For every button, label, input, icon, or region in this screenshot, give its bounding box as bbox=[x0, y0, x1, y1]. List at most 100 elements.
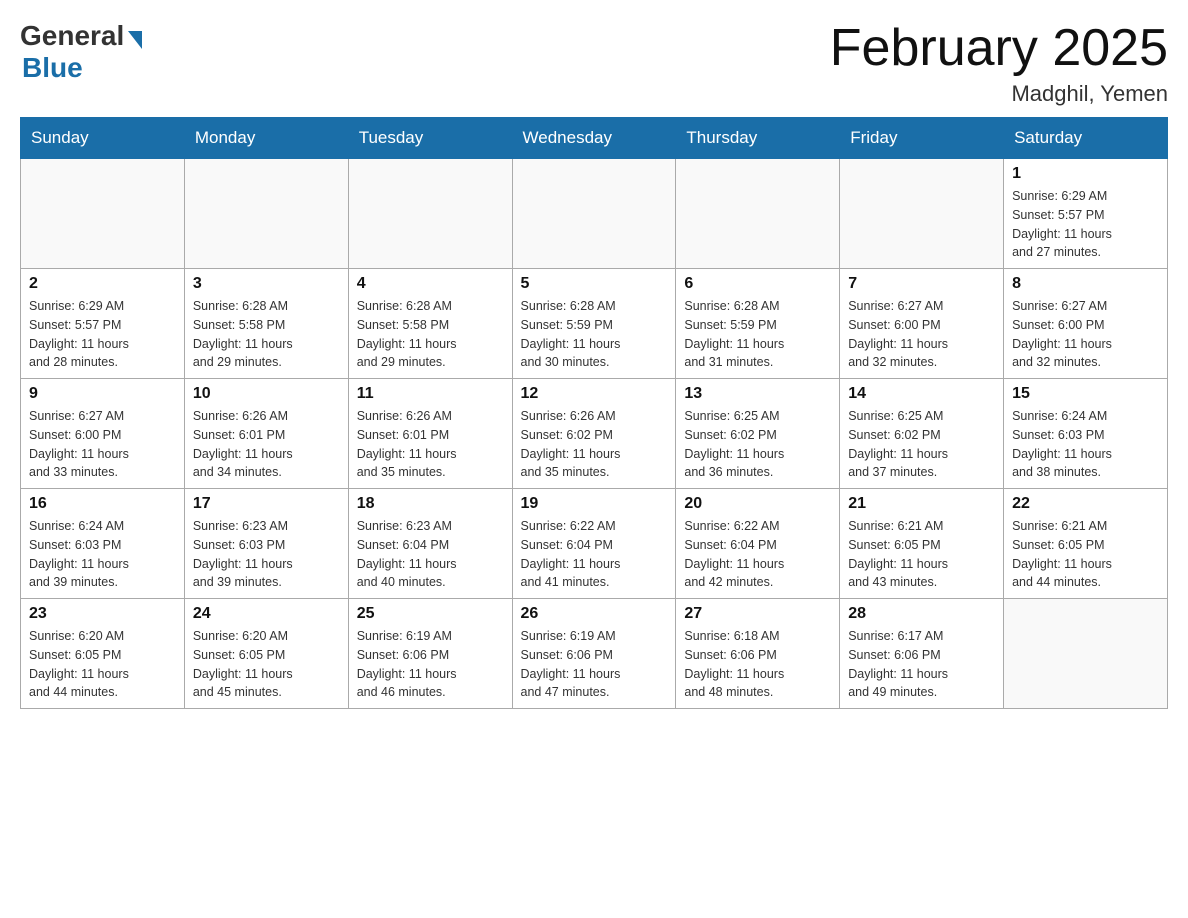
calendar-cell: 23Sunrise: 6:20 AMSunset: 6:05 PMDayligh… bbox=[21, 599, 185, 709]
day-number: 19 bbox=[521, 495, 668, 513]
calendar-week-row: 9Sunrise: 6:27 AMSunset: 6:00 PMDaylight… bbox=[21, 379, 1168, 489]
day-number: 24 bbox=[193, 605, 340, 623]
day-number: 7 bbox=[848, 275, 995, 293]
page-header: General Blue February 2025 Madghil, Yeme… bbox=[20, 20, 1168, 107]
header-tuesday: Tuesday bbox=[348, 118, 512, 159]
day-info: Sunrise: 6:18 AMSunset: 6:06 PMDaylight:… bbox=[684, 627, 831, 702]
day-number: 11 bbox=[357, 385, 504, 403]
calendar-cell bbox=[348, 159, 512, 269]
calendar-cell: 7 Sunrise: 6:27 AMSunset: 6:00 PMDaylight… bbox=[840, 269, 1004, 379]
day-info: Sunrise: 6:28 AMSunset: 5:59 PMDaylight:… bbox=[521, 297, 668, 372]
day-info: Sunrise: 6:22 AMSunset: 6:04 PMDaylight:… bbox=[521, 517, 668, 592]
day-info: Sunrise: 6:27 AMSunset: 6:00 PMDaylight:… bbox=[1012, 297, 1159, 372]
calendar-cell: 16 Sunrise: 6:24 AMSunset: 6:03 PMDayligh… bbox=[21, 489, 185, 599]
day-number: 16 bbox=[29, 495, 176, 513]
day-number: 21 bbox=[848, 495, 995, 513]
day-number: 22 bbox=[1012, 495, 1159, 513]
day-info: Sunrise: 6:26 AMSunset: 6:01 PMDaylight:… bbox=[193, 407, 340, 482]
day-info: Sunrise: 6:27 AMSunset: 6:00 PMDaylight:… bbox=[848, 297, 995, 372]
calendar-cell: 27 Sunrise: 6:18 AMSunset: 6:06 PMDayligh… bbox=[676, 599, 840, 709]
calendar-cell: 6 Sunrise: 6:28 AMSunset: 5:59 PMDaylight… bbox=[676, 269, 840, 379]
calendar-header-row: SundayMondayTuesdayWednesdayThursdayFrid… bbox=[21, 118, 1168, 159]
day-number: 15 bbox=[1012, 385, 1159, 403]
calendar-cell: 12 Sunrise: 6:26 AMSunset: 6:02 PMDayligh… bbox=[512, 379, 676, 489]
day-number: 10 bbox=[193, 385, 340, 403]
day-number: 5 bbox=[521, 275, 668, 293]
day-info: Sunrise: 6:25 AMSunset: 6:02 PMDaylight:… bbox=[848, 407, 995, 482]
calendar-cell bbox=[840, 159, 1004, 269]
title-section: February 2025 Madghil, Yemen bbox=[830, 20, 1168, 107]
day-info: Sunrise: 6:29 AMSunset: 5:57 PMDaylight:… bbox=[1012, 187, 1159, 262]
calendar-cell bbox=[184, 159, 348, 269]
day-number: 27 bbox=[684, 605, 831, 623]
day-number: 4 bbox=[357, 275, 504, 293]
day-info: Sunrise: 6:24 AMSunset: 6:03 PMDaylight:… bbox=[1012, 407, 1159, 482]
logo-blue-text: Blue bbox=[22, 52, 83, 84]
day-info: Sunrise: 6:19 AMSunset: 6:06 PMDaylight:… bbox=[357, 627, 504, 702]
day-number: 1 bbox=[1012, 165, 1159, 183]
day-info: Sunrise: 6:29 AMSunset: 5:57 PMDaylight:… bbox=[29, 297, 176, 372]
calendar-cell: 25 Sunrise: 6:19 AMSunset: 6:06 PMDayligh… bbox=[348, 599, 512, 709]
calendar-cell: 9Sunrise: 6:27 AMSunset: 6:00 PMDaylight… bbox=[21, 379, 185, 489]
day-info: Sunrise: 6:21 AMSunset: 6:05 PMDaylight:… bbox=[1012, 517, 1159, 592]
day-info: Sunrise: 6:28 AMSunset: 5:58 PMDaylight:… bbox=[193, 297, 340, 372]
calendar-week-row: 1 Sunrise: 6:29 AMSunset: 5:57 PMDaylight… bbox=[21, 159, 1168, 269]
day-number: 26 bbox=[521, 605, 668, 623]
calendar-cell: 2 Sunrise: 6:29 AMSunset: 5:57 PMDaylight… bbox=[21, 269, 185, 379]
header-monday: Monday bbox=[184, 118, 348, 159]
day-info: Sunrise: 6:28 AMSunset: 5:58 PMDaylight:… bbox=[357, 297, 504, 372]
calendar-cell: 13 Sunrise: 6:25 AMSunset: 6:02 PMDayligh… bbox=[676, 379, 840, 489]
day-number: 3 bbox=[193, 275, 340, 293]
day-number: 25 bbox=[357, 605, 504, 623]
calendar-cell bbox=[512, 159, 676, 269]
day-number: 13 bbox=[684, 385, 831, 403]
calendar-week-row: 16 Sunrise: 6:24 AMSunset: 6:03 PMDayligh… bbox=[21, 489, 1168, 599]
day-number: 2 bbox=[29, 275, 176, 293]
day-info: Sunrise: 6:24 AMSunset: 6:03 PMDaylight:… bbox=[29, 517, 176, 592]
calendar-cell: 18 Sunrise: 6:23 AMSunset: 6:04 PMDayligh… bbox=[348, 489, 512, 599]
logo-general-text: General bbox=[20, 20, 124, 52]
header-thursday: Thursday bbox=[676, 118, 840, 159]
header-sunday: Sunday bbox=[21, 118, 185, 159]
day-number: 23 bbox=[29, 605, 176, 623]
calendar-cell bbox=[1004, 599, 1168, 709]
day-info: Sunrise: 6:28 AMSunset: 5:59 PMDaylight:… bbox=[684, 297, 831, 372]
day-info: Sunrise: 6:26 AMSunset: 6:02 PMDaylight:… bbox=[521, 407, 668, 482]
day-number: 14 bbox=[848, 385, 995, 403]
calendar-week-row: 23 Sunrise: 6:20 AMSunset: 6:05 PMDayligh… bbox=[21, 599, 1168, 709]
calendar-cell: 22 Sunrise: 6:21 AMSunset: 6:05 PMDayligh… bbox=[1004, 489, 1168, 599]
day-number: 28 bbox=[848, 605, 995, 623]
day-info: Sunrise: 6:26 AMSunset: 6:01 PMDaylight:… bbox=[357, 407, 504, 482]
day-info: Sunrise: 6:20 AMSunset: 6:05 PMDaylight:… bbox=[193, 627, 340, 702]
calendar-cell: 11 Sunrise: 6:26 AMSunset: 6:01 PMDayligh… bbox=[348, 379, 512, 489]
calendar-cell: 19 Sunrise: 6:22 AMSunset: 6:04 PMDayligh… bbox=[512, 489, 676, 599]
calendar-title: February 2025 bbox=[830, 20, 1168, 77]
calendar-cell: 1 Sunrise: 6:29 AMSunset: 5:57 PMDaylight… bbox=[1004, 159, 1168, 269]
calendar-cell: 3 Sunrise: 6:28 AMSunset: 5:58 PMDaylight… bbox=[184, 269, 348, 379]
logo: General Blue bbox=[20, 20, 142, 84]
day-info: Sunrise: 6:23 AMSunset: 6:03 PMDaylight:… bbox=[193, 517, 340, 592]
calendar-cell: 15 Sunrise: 6:24 AMSunset: 6:03 PMDayligh… bbox=[1004, 379, 1168, 489]
calendar-cell: 17Sunrise: 6:23 AMSunset: 6:03 PMDayligh… bbox=[184, 489, 348, 599]
calendar-cell bbox=[676, 159, 840, 269]
day-info: Sunrise: 6:21 AMSunset: 6:05 PMDaylight:… bbox=[848, 517, 995, 592]
day-info: Sunrise: 6:23 AMSunset: 6:04 PMDaylight:… bbox=[357, 517, 504, 592]
day-number: 9 bbox=[29, 385, 176, 403]
calendar-cell bbox=[21, 159, 185, 269]
calendar-cell: 28 Sunrise: 6:17 AMSunset: 6:06 PMDayligh… bbox=[840, 599, 1004, 709]
calendar-cell: 26Sunrise: 6:19 AMSunset: 6:06 PMDayligh… bbox=[512, 599, 676, 709]
calendar-cell: 24 Sunrise: 6:20 AMSunset: 6:05 PMDayligh… bbox=[184, 599, 348, 709]
day-number: 12 bbox=[521, 385, 668, 403]
calendar-table: SundayMondayTuesdayWednesdayThursdayFrid… bbox=[20, 117, 1168, 709]
calendar-cell: 14 Sunrise: 6:25 AMSunset: 6:02 PMDayligh… bbox=[840, 379, 1004, 489]
header-saturday: Saturday bbox=[1004, 118, 1168, 159]
day-info: Sunrise: 6:22 AMSunset: 6:04 PMDaylight:… bbox=[684, 517, 831, 592]
day-number: 18 bbox=[357, 495, 504, 513]
logo-arrow-icon bbox=[128, 31, 142, 49]
day-number: 8 bbox=[1012, 275, 1159, 293]
day-info: Sunrise: 6:17 AMSunset: 6:06 PMDaylight:… bbox=[848, 627, 995, 702]
day-number: 6 bbox=[684, 275, 831, 293]
calendar-cell: 21 Sunrise: 6:21 AMSunset: 6:05 PMDayligh… bbox=[840, 489, 1004, 599]
day-info: Sunrise: 6:25 AMSunset: 6:02 PMDaylight:… bbox=[684, 407, 831, 482]
calendar-cell: 8 Sunrise: 6:27 AMSunset: 6:00 PMDaylight… bbox=[1004, 269, 1168, 379]
